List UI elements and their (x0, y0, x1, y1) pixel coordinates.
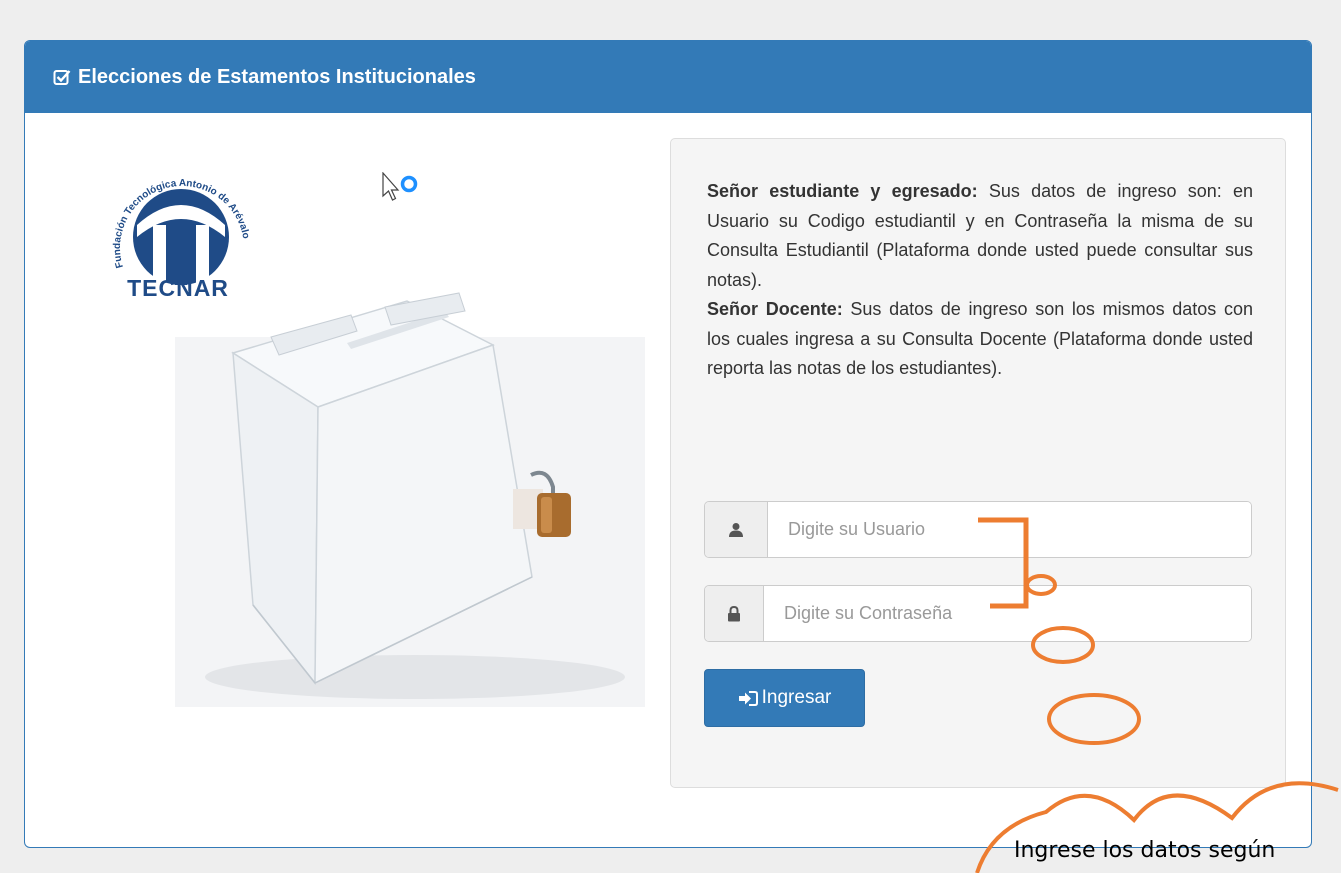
user-icon (705, 502, 768, 557)
password-input[interactable] (764, 586, 1251, 641)
annotation-cloud-text: Ingrese los datos según (1014, 838, 1276, 863)
check-square-icon (53, 68, 71, 86)
lock-icon (705, 586, 764, 641)
student-title: Señor estudiante y egresado: (707, 181, 978, 201)
username-input[interactable] (768, 502, 1251, 557)
login-button-label: Ingresar (761, 687, 832, 708)
login-button[interactable]: Ingresar (704, 669, 865, 727)
panel-title: Elecciones de Estamentos Institucionales (78, 65, 476, 88)
ballot-box-image (175, 267, 645, 707)
sign-in-icon (738, 690, 758, 707)
password-input-group (704, 585, 1252, 642)
elections-panel: Elecciones de Estamentos Institucionales… (24, 40, 1312, 848)
panel-heading: Elecciones de Estamentos Institucionales (25, 41, 1311, 113)
user-input-group (704, 501, 1252, 558)
teacher-title: Señor Docente: (707, 299, 843, 319)
login-instructions: Señor estudiante y egresado: Sus datos d… (707, 177, 1253, 384)
mouse-cursor-icon (382, 171, 422, 223)
login-well: Señor estudiante y egresado: Sus datos d… (670, 138, 1286, 788)
